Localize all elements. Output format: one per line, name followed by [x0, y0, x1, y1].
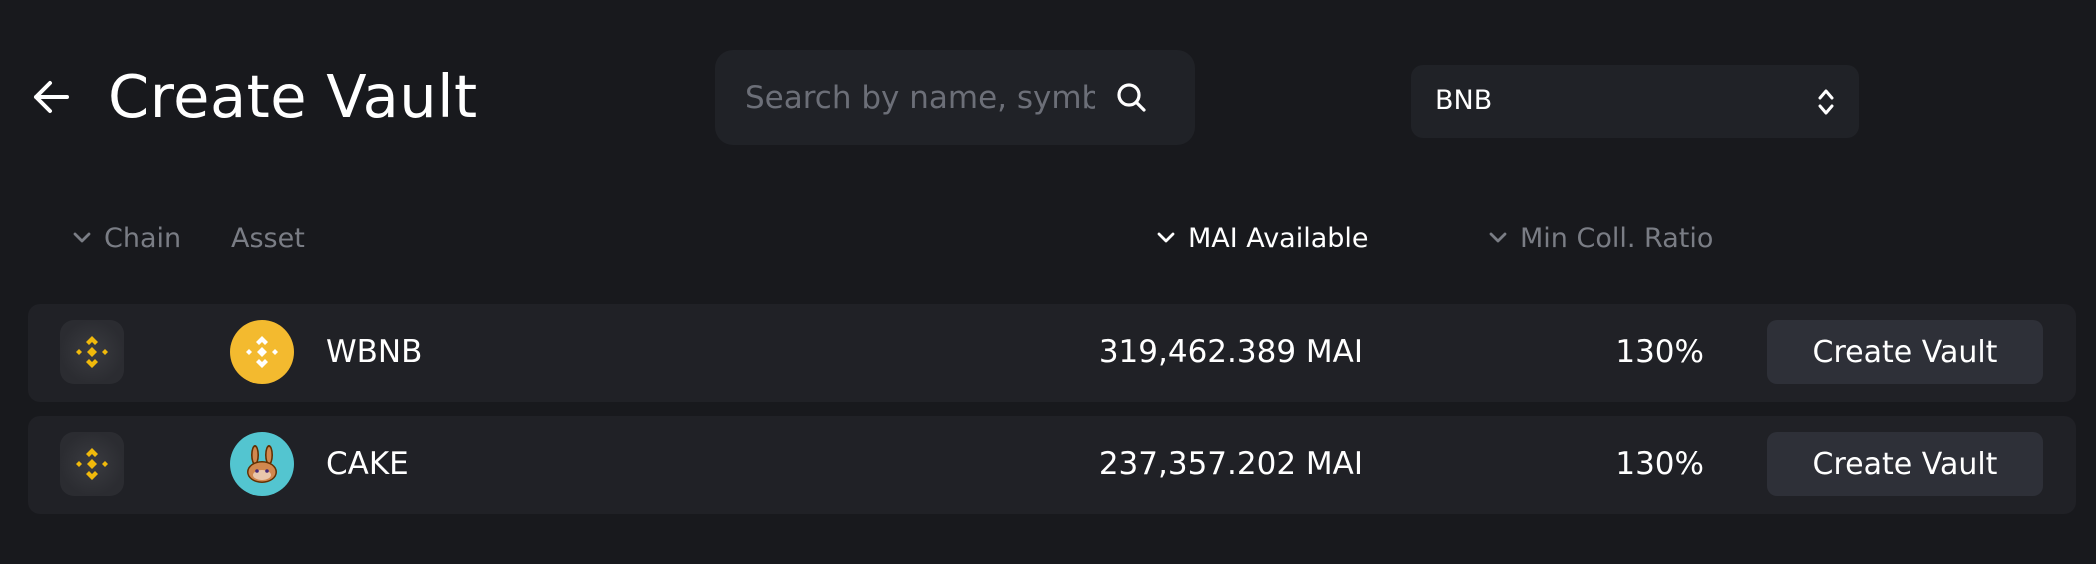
back-arrow-icon[interactable]	[32, 78, 70, 116]
chevron-down-icon	[1157, 232, 1175, 243]
bnb-chain-icon	[60, 320, 124, 384]
chain-select[interactable]: BNB	[1411, 65, 1859, 138]
chevron-down-icon	[73, 232, 91, 243]
column-header-chain[interactable]: Chain	[72, 220, 181, 256]
search-input[interactable]	[745, 74, 1095, 122]
asset-name: WBNB	[326, 334, 423, 370]
column-header-mai-available-label: MAI Available	[1188, 222, 1369, 254]
chain-select-value: BNB	[1435, 85, 1493, 116]
column-header-min-coll-ratio[interactable]: Min Coll. Ratio	[1488, 220, 1713, 256]
column-header-asset: Asset	[231, 220, 305, 256]
cake-token-icon	[230, 432, 294, 496]
min-coll-ratio-value: 130%	[1615, 446, 1704, 482]
column-header-min-coll-ratio-label: Min Coll. Ratio	[1520, 222, 1714, 254]
column-header-mai-available[interactable]: MAI Available	[1156, 220, 1369, 256]
column-header-asset-label: Asset	[231, 222, 305, 254]
table-row: WBNB 319,462.389 MAI 130% Create Vault	[28, 304, 2076, 402]
mai-available-value: 237,357.202 MAI	[1098, 446, 1363, 482]
page-title: Create Vault	[108, 62, 478, 131]
create-vault-button[interactable]: Create Vault	[1767, 432, 2043, 496]
asset-name: CAKE	[326, 446, 409, 482]
search-icon[interactable]	[1115, 81, 1147, 113]
wbnb-token-icon	[230, 320, 294, 384]
chevron-up-down-icon	[1818, 89, 1834, 115]
chevron-down-icon	[1489, 232, 1507, 243]
create-vault-button[interactable]: Create Vault	[1767, 320, 2043, 384]
column-header-chain-label: Chain	[104, 222, 182, 254]
mai-available-value: 319,462.389 MAI	[1098, 334, 1363, 370]
bnb-chain-icon	[60, 432, 124, 496]
table-row: CAKE 237,357.202 MAI 130% Create Vault	[28, 416, 2076, 514]
min-coll-ratio-value: 130%	[1615, 334, 1704, 370]
